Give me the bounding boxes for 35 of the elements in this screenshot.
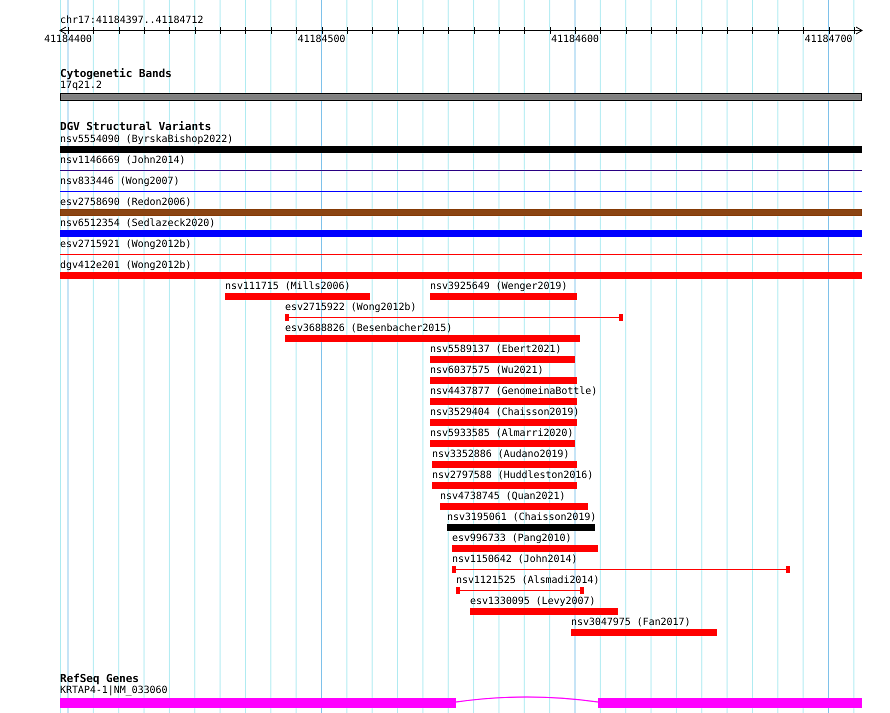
ruler-tick-label: 41184600 [551, 34, 599, 46]
variant-label: nsv4437877 (GenomeinaBottle) [430, 386, 598, 398]
variant-label: nsv1121525 (Alsmadi2014) [456, 575, 600, 587]
variant-label: nsv3352886 (Audano2019) [432, 449, 570, 461]
variant-label: esv1330095 (Levy2007) [470, 596, 596, 608]
variant-label: nsv5933585 (Almarri2020) [430, 428, 574, 440]
variant-label: nsv2797588 (Huddleston2016) [432, 470, 594, 482]
track-title: Cytogenetic Bands [60, 68, 172, 80]
variant-label: nsv3195061 (Chaisson2019) [447, 512, 596, 524]
variant-label: nsv3047975 (Fan2017) [571, 617, 690, 629]
track-title: RefSeq Genes [60, 673, 139, 685]
track-title: DGV Structural Variants [60, 121, 212, 133]
variant-label: nsv5589137 (Ebert2021) [430, 344, 562, 356]
variant-label: esv996733 (Pang2010) [452, 533, 572, 545]
variant-label: nsv3529404 (Chaisson2019) [430, 407, 580, 419]
variant-label: nsv833446 (Wong2007) [60, 176, 180, 188]
variant-label: esv2715921 (Wong2012b) [60, 239, 192, 251]
variant-label: nsv1146669 (John2014) [60, 155, 186, 167]
variant-label: nsv3925649 (Wenger2019) [430, 281, 568, 293]
ruler-title: chr17:41184397..41184712 [60, 15, 204, 27]
variant-label: nsv1150642 (John2014) [452, 554, 578, 566]
ruler-tick-label: 41184400 [44, 34, 92, 46]
variant-label: nsv6037575 (Wu2021) [430, 365, 544, 377]
gene-label: KRTAP4-1|NM_033060 [60, 685, 168, 697]
variant-label: esv2715922 (Wong2012b) [285, 302, 416, 314]
ruler-tick-label: 41184700 [804, 34, 852, 46]
variant-label: esv2758690 (Redon2006) [60, 197, 192, 209]
variant-label: nsv5554090 (ByrskaBishop2022) [60, 134, 234, 146]
variant-label: nsv4738745 (Quan2021) [440, 491, 566, 503]
variant-label: nsv6512354 (Sedlazeck2020) [60, 218, 216, 230]
ruler-tick-label: 41184500 [298, 34, 346, 46]
variant-label: dgv412e201 (Wong2012b) [60, 260, 192, 272]
variant-label: esv3688826 (Besenbacher2015) [285, 323, 452, 335]
band-label: 17q21.2 [60, 80, 102, 92]
variant-label: nsv111715 (Mills2006) [225, 281, 350, 293]
